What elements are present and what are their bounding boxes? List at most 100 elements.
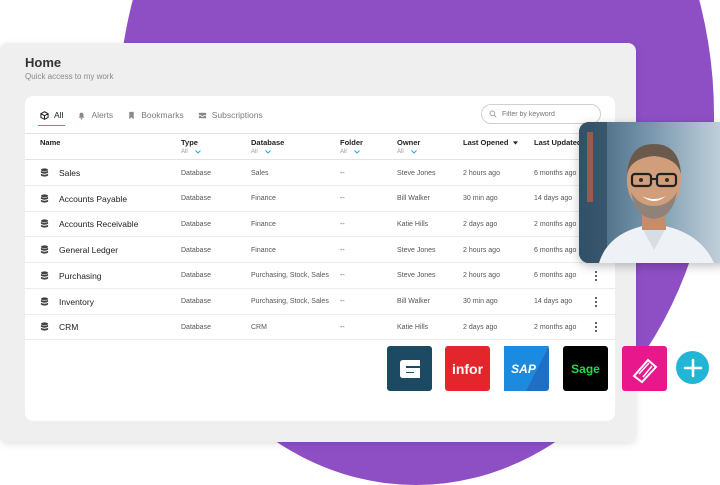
folder-filter[interactable]: All	[340, 149, 363, 155]
row-last-updated: 6 months ago	[534, 169, 577, 177]
table-row[interactable]: Accounts Receivable Database Finance -- Kati…	[25, 211, 615, 238]
inbox-icon	[198, 112, 206, 118]
bookmark-icon	[129, 111, 134, 119]
row-database: Finance	[251, 246, 276, 254]
row-folder: --	[340, 323, 345, 331]
column-label: Owner	[397, 138, 421, 147]
chevron-down-icon	[411, 150, 417, 154]
row-owner: Steve Jones	[397, 246, 436, 254]
row-last-updated: 6 months ago	[534, 246, 577, 254]
row-folder: --	[340, 220, 345, 228]
column-header-last-opened[interactable]: Last Opened	[463, 138, 519, 147]
row-name-label: Accounts Payable	[59, 193, 128, 204]
tab-all[interactable]: All	[37, 108, 66, 126]
row-owner: Steve Jones	[397, 272, 436, 280]
row-folder: --	[340, 169, 345, 177]
table-row[interactable]: CRM Database CRM -- Katie Hills 2 days ago 2 m…	[25, 314, 615, 341]
row-type: Database	[181, 195, 211, 203]
database-icon	[40, 219, 49, 228]
chevron-down-icon	[195, 150, 201, 154]
row-more-menu-icon[interactable]	[594, 296, 598, 307]
row-owner: Katie Hills	[397, 323, 429, 331]
column-header-type[interactable]: Type All	[181, 138, 201, 155]
type-filter[interactable]: All	[181, 149, 201, 155]
column-label: Type	[181, 138, 198, 147]
row-name[interactable]: CRM	[40, 314, 78, 340]
filter-value: All	[251, 149, 258, 155]
table-row[interactable]: Purchasing Database Purchasing, Stock, Sal…	[25, 263, 615, 289]
column-header-folder[interactable]: Folder All	[340, 138, 363, 155]
row-owner: Bill Walker	[397, 298, 430, 305]
filter-input[interactable]	[502, 110, 592, 118]
sort-desc-icon	[513, 140, 519, 145]
row-last-updated: 2 months ago	[534, 323, 577, 331]
row-name[interactable]: Purchasing	[40, 263, 102, 289]
add-integration-button[interactable]	[676, 351, 709, 384]
row-type: Database	[181, 220, 211, 228]
row-name-label: Sales	[59, 168, 81, 178]
row-name-label: Inventory	[59, 296, 94, 307]
row-name[interactable]: Accounts Receivable	[40, 211, 138, 237]
table-row[interactable]: Accounts Payable Database Finance -- Bill Wa…	[25, 186, 615, 212]
row-folder: --	[340, 272, 345, 280]
chevron-down-icon	[265, 150, 271, 154]
column-header-last-updated[interactable]: Last Updated	[534, 138, 582, 147]
sap-logo[interactable]: SAP	[504, 346, 549, 391]
filter-value: All	[340, 149, 347, 155]
row-folder: --	[340, 246, 345, 254]
infor-logo[interactable]: infor	[445, 346, 490, 391]
column-label: Database	[251, 138, 285, 147]
row-database: Sales	[251, 169, 269, 177]
row-name-label: Accounts Receivable	[59, 219, 139, 230]
row-database: Purchasing, Stock, Sales	[251, 298, 329, 305]
row-name[interactable]: General Ledger	[40, 237, 118, 263]
database-filter[interactable]: All	[251, 149, 284, 155]
database-icon	[40, 194, 49, 203]
row-type: Database	[181, 169, 211, 177]
search-icon	[489, 110, 497, 118]
database-icon	[40, 322, 49, 331]
row-database: Purchasing, Stock, Sales	[251, 272, 329, 280]
row-more-menu-icon[interactable]	[594, 322, 598, 333]
column-header-owner[interactable]: Owner All	[397, 138, 420, 155]
row-type: Database	[181, 272, 211, 280]
database-icon	[40, 245, 49, 254]
column-header-database[interactable]: Database All	[251, 138, 284, 155]
tab-bar: All Alerts Bookmarks Subscriptions	[37, 108, 277, 126]
owner-filter[interactable]: All	[397, 149, 420, 155]
database-icon	[40, 168, 49, 177]
table-row[interactable]: Sales Database Sales -- Steve Jones 2 hours a…	[25, 160, 615, 186]
sage-logo[interactable]: Sage	[563, 346, 608, 391]
column-label: Folder	[340, 138, 363, 147]
row-type: Database	[181, 246, 211, 254]
column-header-name[interactable]: Name	[40, 138, 60, 147]
row-more-menu-icon[interactable]	[594, 270, 598, 281]
person-photo	[579, 122, 720, 263]
column-label: Name	[40, 138, 61, 147]
row-name-label: CRM	[59, 322, 79, 333]
row-name[interactable]: Sales	[40, 160, 80, 186]
cube-icon	[40, 110, 49, 120]
chevron-down-icon	[354, 150, 360, 154]
tab-bookmarks[interactable]: Bookmarks	[127, 108, 184, 122]
row-database: CRM	[251, 323, 267, 331]
epicor-logo[interactable]	[387, 346, 432, 391]
tab-alerts[interactable]: Alerts	[77, 108, 113, 122]
tab-subscriptions[interactable]: Subscriptions	[198, 108, 263, 122]
table-row[interactable]: Inventory Database Purchasing, Stock, Sale…	[25, 289, 615, 315]
bell-icon	[79, 112, 85, 120]
row-database: Finance	[251, 195, 276, 203]
row-name[interactable]: Inventory	[40, 289, 94, 315]
table-row[interactable]: General Ledger Database Finance -- Steve Jon…	[25, 237, 615, 264]
acumatica-icon	[632, 358, 657, 383]
sap-wordmark: SAP	[511, 361, 536, 376]
row-last-updated: 2 months ago	[534, 220, 577, 228]
marketing-stage: Home Quick access to my work All Alerts …	[0, 0, 720, 485]
row-name[interactable]: Accounts Payable	[40, 186, 127, 212]
filter-value: All	[397, 149, 404, 155]
epicor-e-icon	[399, 359, 420, 378]
row-folder: --	[340, 195, 345, 203]
filter-search-box[interactable]	[481, 104, 601, 124]
row-last-updated: 6 months ago	[534, 272, 577, 280]
acumatica-logo[interactable]	[622, 346, 667, 391]
